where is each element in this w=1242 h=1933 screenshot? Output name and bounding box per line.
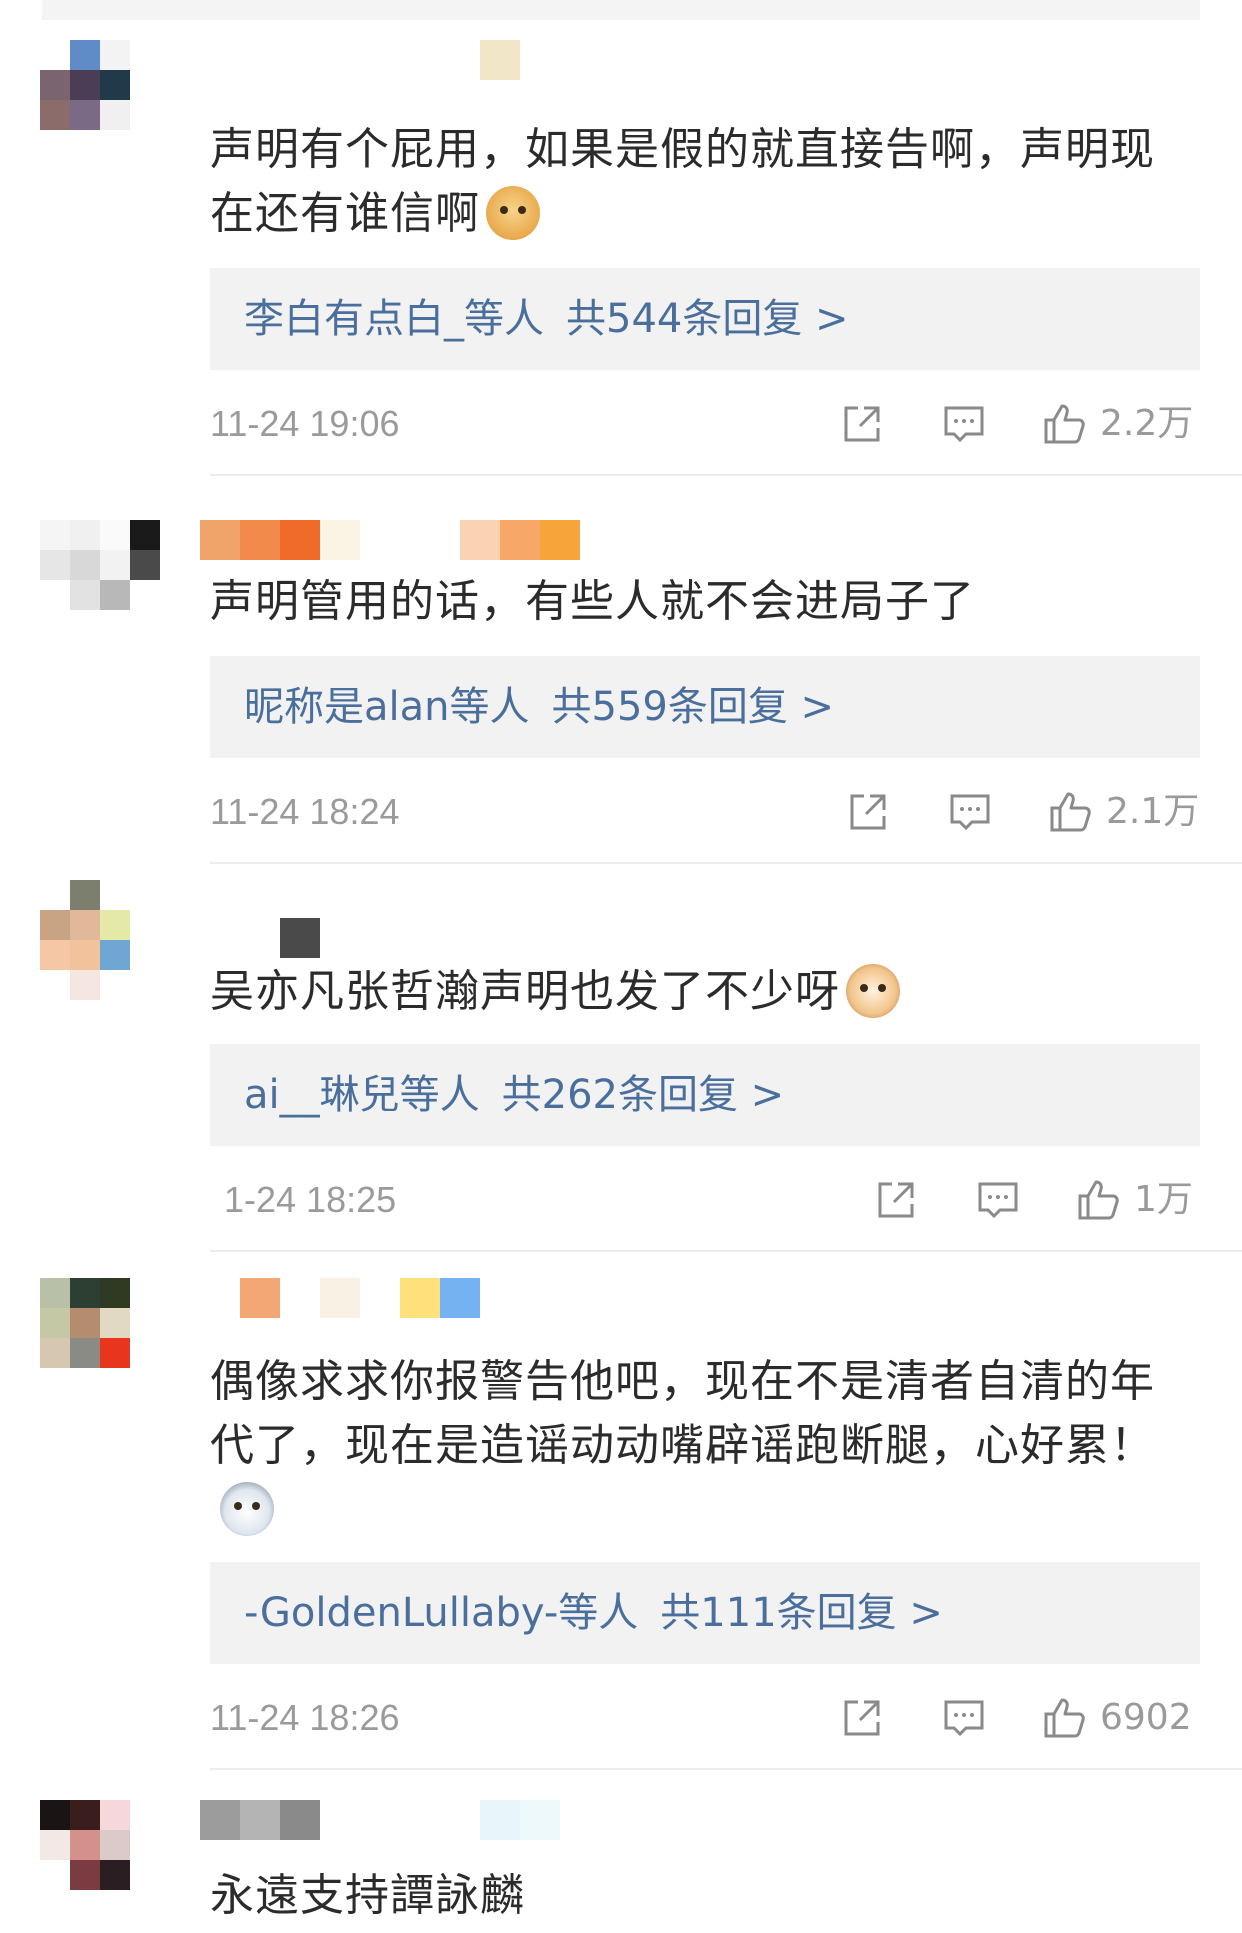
reply-author[interactable]: ai__琳兒 — [244, 1072, 400, 1118]
reply-total-link[interactable]: 共262条回复 > — [502, 1072, 785, 1118]
comment-time: 1-24 18:25 — [224, 1179, 397, 1220]
share-icon — [844, 1700, 880, 1736]
reply-author[interactable]: 李白有点白_ — [244, 296, 464, 342]
comment-meta: 1-24 18:25 1万 — [210, 1170, 1200, 1230]
comment-meta: 11-24 18:24 2.1万 — [210, 782, 1200, 842]
comment-text: 永遠支持譚詠麟 — [210, 1864, 1190, 1928]
like-icon — [1044, 404, 1085, 444]
reply-summary[interactable]: ai__琳兒等人 共262条回复 > — [210, 1044, 1200, 1146]
divider — [210, 474, 1242, 476]
cat-emoji-icon — [846, 964, 900, 1018]
comment-text-content: 声明管用的话，有些人就不会进局子了 — [210, 576, 975, 627]
comment-text: 偶像求求你报警告他吧，现在不是清者自清的年代了，现在是造谣动动嘴辟谣跑断腿，心好… — [210, 1350, 1190, 1542]
divider — [210, 1250, 1242, 1252]
like-count: 1万 — [1134, 1179, 1193, 1220]
avatar[interactable] — [40, 520, 160, 640]
comment-button[interactable] — [942, 402, 986, 446]
comment-meta: 11-24 18:26 6902 — [210, 1688, 1200, 1748]
share-icon — [844, 406, 880, 442]
previous-comment-edge — [42, 0, 1200, 20]
share-button[interactable] — [846, 790, 890, 834]
avatar[interactable] — [40, 40, 160, 160]
comment-icon — [944, 1700, 984, 1737]
reply-author[interactable]: 昵称是alan — [244, 684, 450, 730]
comment-text: 声明有个屁用，如果是假的就直接告啊，声明现在还有谁信啊 — [210, 118, 1190, 246]
reply-etc: 等人 — [558, 1590, 639, 1636]
reply-etc: 等人 — [464, 296, 544, 342]
share-button[interactable] — [874, 1178, 918, 1222]
comment-text-content: 永遠支持譚詠麟 — [210, 1870, 525, 1921]
comment-button[interactable] — [942, 1696, 986, 1740]
comment-time: 11-24 19:06 — [210, 403, 400, 444]
like-button[interactable]: 1万 — [1076, 1178, 1193, 1222]
username-redacted[interactable] — [480, 40, 520, 80]
reply-summary[interactable]: 李白有点白_等人 共544条回复 > — [210, 268, 1200, 370]
avatar[interactable] — [40, 880, 160, 1000]
like-count: 2.1万 — [1106, 791, 1200, 832]
like-button[interactable]: 2.1万 — [1048, 790, 1199, 834]
username-redacted[interactable] — [200, 1800, 560, 1840]
share-icon — [878, 1182, 914, 1218]
share-icon — [850, 794, 886, 830]
comment-text-content: 偶像求求你报警告他吧，现在不是清者自清的年代了，现在是造谣动动嘴辟谣跑断腿，心好… — [210, 1356, 1155, 1471]
username-redacted[interactable] — [240, 1278, 480, 1318]
comment-button[interactable] — [976, 1178, 1020, 1222]
reply-total-link[interactable]: 共544条回复 > — [566, 296, 849, 342]
like-icon — [1050, 792, 1091, 832]
like-count: 6902 — [1100, 1697, 1192, 1738]
comment-text-content: 声明有个屁用，如果是假的就直接告啊，声明现在还有谁信啊 — [210, 124, 1155, 239]
username-redacted[interactable] — [200, 520, 580, 560]
comment-icon — [950, 794, 990, 831]
like-button[interactable]: 6902 — [1042, 1696, 1192, 1740]
share-button[interactable] — [840, 402, 884, 446]
husky-emoji-icon — [220, 1482, 274, 1536]
comment-time: 11-24 18:24 — [210, 791, 400, 832]
like-icon — [1044, 1698, 1085, 1738]
reply-etc: 等人 — [449, 684, 530, 730]
reply-summary[interactable]: -GoldenLullaby-等人 共111条回复 > — [210, 1562, 1200, 1664]
reply-summary[interactable]: 昵称是alan等人 共559条回复 > — [210, 656, 1200, 758]
reply-author[interactable]: -GoldenLullaby- — [244, 1590, 558, 1636]
reply-total-link[interactable]: 共111条回复 > — [660, 1590, 943, 1636]
divider — [210, 862, 1242, 864]
like-button[interactable]: 2.2万 — [1042, 402, 1193, 446]
comment-icon — [944, 406, 984, 443]
comment-text-content: 吴亦凡张哲瀚声明也发了不少呀 — [210, 966, 840, 1017]
comment-meta: 11-24 19:06 2.2万 — [210, 394, 1200, 454]
share-button[interactable] — [840, 1696, 884, 1740]
doge-emoji-icon — [486, 186, 540, 240]
comment-icon — [978, 1182, 1018, 1219]
like-icon — [1078, 1180, 1119, 1220]
divider — [210, 1768, 1242, 1770]
comment-button[interactable] — [948, 790, 992, 834]
username-redacted[interactable] — [280, 918, 320, 958]
reply-total-link[interactable]: 共559条回复 > — [552, 684, 835, 730]
avatar[interactable] — [40, 1800, 160, 1920]
like-count: 2.2万 — [1100, 403, 1194, 444]
comment-text: 声明管用的话，有些人就不会进局子了 — [210, 570, 1190, 634]
avatar[interactable] — [40, 1278, 160, 1398]
comment-text: 吴亦凡张哲瀚声明也发了不少呀 — [210, 960, 1190, 1024]
comment-time: 11-24 18:26 — [210, 1697, 400, 1738]
reply-etc: 等人 — [399, 1072, 480, 1118]
